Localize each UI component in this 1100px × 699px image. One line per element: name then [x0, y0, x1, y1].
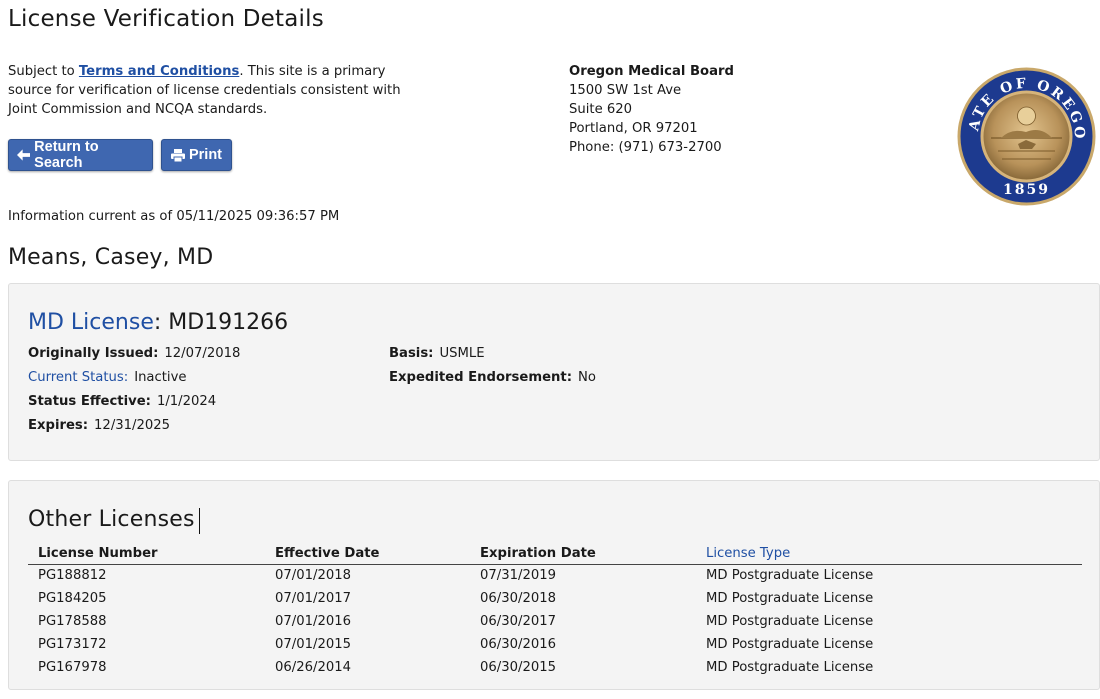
board-phone: Phone: (971) 673-2700: [569, 140, 722, 155]
license-type-cell: MD Postgraduate License: [706, 568, 874, 584]
other-licenses-title: Other Licenses: [28, 507, 195, 532]
expiration-date-cell: 06/30/2017: [480, 614, 557, 629]
license-type-link[interactable]: MD License: [28, 310, 154, 335]
effective-date-cell: 06/26/2014: [275, 660, 352, 675]
expedited-endorsement-label: Expedited Endorsement:: [389, 370, 572, 385]
originally-issued-field: Originally Issued: 12/07/2018: [28, 346, 240, 361]
text-cursor: [199, 508, 200, 534]
license-number: : MD191266: [153, 310, 289, 335]
current-status-value: Inactive: [134, 370, 187, 385]
expiration-date-cell: 06/30/2016: [480, 637, 557, 652]
other-licenses-panel: Other Licenses License Number Effective …: [8, 480, 1100, 690]
page: License Verification Details Subject to …: [0, 0, 1100, 699]
table-row: PG173172 07/01/2015 06/30/2016 MD Postgr…: [28, 633, 1082, 656]
arrow-left-icon: [17, 149, 31, 161]
column-header-effective-date[interactable]: Effective Date: [265, 544, 470, 565]
table-row: PG184205 07/01/2017 06/30/2018 MD Postgr…: [28, 587, 1082, 610]
current-status-field: Current Status: Inactive: [28, 370, 187, 385]
current-status-link[interactable]: Current Status:: [28, 370, 128, 385]
terms-link[interactable]: Terms and Conditions: [79, 64, 239, 79]
column-header-license-number[interactable]: License Number: [28, 544, 265, 565]
page-title: License Verification Details: [8, 6, 324, 32]
basis-label: Basis:: [389, 346, 434, 361]
expires-field: Expires: 12/31/2025: [28, 418, 170, 433]
column-header-expiration-date[interactable]: Expiration Date: [470, 544, 696, 565]
state-seal-logo: STATE OF OREGON 1859: [956, 66, 1096, 206]
table-row: PG178588 07/01/2016 06/30/2017 MD Postgr…: [28, 610, 1082, 633]
license-type-cell: MD Postgraduate License: [706, 637, 874, 652]
print-button[interactable]: Print: [161, 139, 232, 171]
board-address: Oregon Medical Board 1500 SW 1st Ave Sui…: [569, 62, 734, 157]
table-row: PG167978 06/26/2014 06/30/2015 MD Postgr…: [28, 656, 1082, 679]
effective-date-cell: 07/01/2017: [275, 591, 352, 606]
license-number-cell: PG184205: [38, 591, 107, 606]
table-row: PG188812 07/01/2018 07/31/2019 MD Postgr…: [28, 564, 1082, 587]
license-number-cell: PG173172: [38, 637, 107, 652]
other-licenses-table: License Number Effective Date Expiration…: [28, 544, 1082, 679]
board-city: Portland, OR 97201: [569, 121, 698, 136]
expires-value: 12/31/2025: [94, 418, 171, 433]
seal-year: 1859: [1003, 182, 1050, 198]
license-type-cell: MD Postgraduate License: [706, 660, 874, 675]
license-heading: MD License: MD191266: [28, 310, 288, 335]
status-effective-value: 1/1/2024: [156, 394, 217, 409]
expiration-date-cell: 06/30/2018: [480, 591, 557, 606]
printer-icon: [170, 148, 185, 162]
board-name: Oregon Medical Board: [569, 64, 734, 79]
expiration-date-cell: 07/31/2019: [480, 568, 557, 584]
expedited-endorsement-value: No: [577, 370, 596, 385]
license-type-cell: MD Postgraduate License: [706, 591, 874, 606]
effective-date-cell: 07/01/2018: [275, 568, 352, 584]
originally-issued-value: 12/07/2018: [164, 346, 241, 361]
effective-date-cell: 07/01/2016: [275, 614, 352, 629]
board-address-line1: 1500 SW 1st Ave: [569, 83, 682, 98]
effective-date-cell: 07/01/2015: [275, 637, 352, 652]
license-number-cell: PG178588: [38, 614, 107, 629]
column-header-license-type[interactable]: License Type: [696, 544, 1082, 565]
license-number-cell: PG188812: [38, 568, 107, 584]
expedited-endorsement-field: Expedited Endorsement: No: [389, 370, 596, 385]
basis-value: USMLE: [439, 346, 485, 361]
intro-prefix: Subject to: [8, 64, 79, 79]
licensee-name: Means, Casey, MD: [8, 245, 214, 270]
info-current-timestamp: Information current as of 05/11/2025 09:…: [8, 209, 340, 224]
basis-field: Basis: USMLE: [389, 346, 485, 361]
return-button-label: Return to Search: [34, 139, 99, 171]
intro-text: Subject to Terms and Conditions. This si…: [8, 62, 433, 119]
board-address-line2: Suite 620: [569, 102, 633, 117]
license-type-cell: MD Postgraduate License: [706, 614, 874, 629]
table-header-row: License Number Effective Date Expiration…: [28, 544, 1082, 565]
license-number-cell: PG167978: [38, 660, 107, 675]
return-to-search-button[interactable]: Return to Search: [8, 139, 153, 171]
expires-label: Expires:: [28, 418, 89, 433]
originally-issued-label: Originally Issued:: [28, 346, 159, 361]
status-effective-field: Status Effective: 1/1/2024: [28, 394, 216, 409]
expiration-date-cell: 06/30/2015: [480, 660, 557, 675]
print-button-label: Print: [188, 147, 223, 163]
status-effective-label: Status Effective:: [28, 394, 151, 409]
license-panel: MD License: MD191266 Originally Issued: 1…: [8, 283, 1100, 461]
